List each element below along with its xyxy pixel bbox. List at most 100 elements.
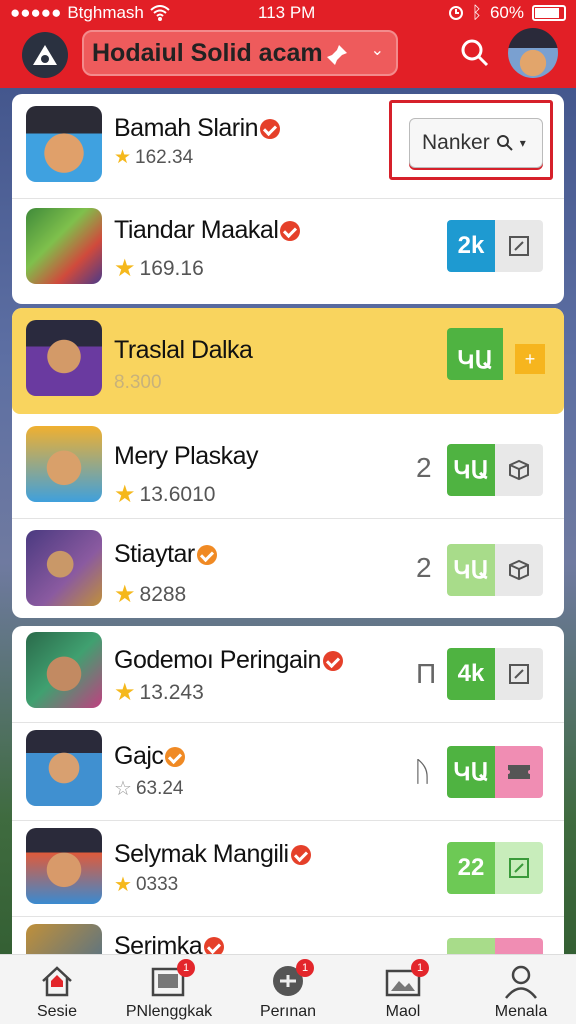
install-button[interactable]: 22 bbox=[447, 842, 495, 894]
edit-button[interactable] bbox=[495, 842, 543, 894]
search-input[interactable]: Hodaiul Solid acam ⌄ bbox=[82, 30, 398, 76]
install-button[interactable]: ԿԱ bbox=[447, 746, 495, 798]
install-button[interactable]: 2k bbox=[447, 220, 495, 272]
chevron-down-icon[interactable]: ⌄ bbox=[371, 40, 384, 60]
edit-button[interactable] bbox=[495, 648, 543, 700]
verified-icon bbox=[196, 545, 217, 566]
bottom-nav: Sesie 1 PNlenggkak 1 Perınan 1 Maol Mena… bbox=[0, 954, 576, 1024]
gamepad-icon: 1 bbox=[268, 959, 314, 999]
verified-icon bbox=[280, 221, 301, 242]
game-title: Godemoı Peringain bbox=[114, 646, 321, 674]
star-icon: ★ bbox=[114, 255, 136, 282]
box-button[interactable] bbox=[495, 444, 543, 496]
star-icon: ★ bbox=[114, 581, 136, 608]
rating: ★ 13.6010 bbox=[114, 481, 216, 508]
alarm-icon bbox=[448, 6, 463, 20]
count-label: ᚢ bbox=[414, 756, 431, 787]
action-group: ԿԱ bbox=[447, 746, 543, 798]
gallery-icon: 1 bbox=[149, 959, 195, 999]
game-row[interactable]: Godemoı Peringain ★ 13.243 Π 4k bbox=[12, 626, 564, 722]
verified-icon bbox=[165, 747, 186, 768]
game-row[interactable]: Stiaytar ★ 8288 2 ԿԱ bbox=[12, 518, 564, 618]
game-thumbnail bbox=[26, 828, 102, 904]
count-label: 2 bbox=[416, 452, 432, 483]
install-button[interactable]: ԿԱ bbox=[447, 328, 503, 380]
edit-icon bbox=[509, 236, 529, 256]
app-logo-icon[interactable] bbox=[22, 32, 68, 78]
filter-value: Nanker bbox=[422, 131, 490, 154]
star-outline-icon: ☆ bbox=[114, 778, 132, 800]
game-thumbnail bbox=[26, 530, 102, 606]
status-time: 113 PM bbox=[258, 3, 316, 22]
game-title: Selymak Mangili bbox=[114, 840, 289, 868]
game-thumbnail bbox=[26, 632, 102, 708]
nav-item-sesie[interactable]: Sesie bbox=[2, 963, 112, 1021]
nav-item-menala[interactable]: Menala bbox=[466, 963, 576, 1021]
ticket-icon bbox=[508, 765, 530, 779]
game-thumbnail bbox=[26, 320, 102, 396]
game-thumbnail bbox=[26, 208, 102, 284]
box-icon bbox=[509, 459, 529, 481]
notification-badge: 1 bbox=[296, 959, 314, 977]
wifi-icon bbox=[150, 5, 170, 21]
game-row[interactable]: Gajc ☆ 63.24 ᚢ ԿԱ bbox=[12, 722, 564, 820]
rating: ★ 13.243 bbox=[114, 679, 204, 706]
star-icon: ★ bbox=[114, 481, 136, 508]
game-title: Traslal Dalka bbox=[114, 336, 253, 364]
list-card-bottom: Godemoı Peringain ★ 13.243 Π 4k Gajc ☆ 63.… bbox=[12, 626, 564, 966]
search-icon[interactable] bbox=[460, 38, 490, 68]
nav-label: Perınan bbox=[259, 1003, 317, 1020]
rating: ☆ 63.24 bbox=[114, 777, 184, 801]
nav-item-perinan[interactable]: 1 Perınan bbox=[233, 959, 343, 1021]
nav-item-pnlenggkak[interactable]: 1 PNlenggkak bbox=[114, 959, 224, 1021]
featured-row[interactable]: Bamah Slarin ★ 162.34 Nanker ▾ bbox=[12, 94, 564, 196]
rating: ★ 169.16 bbox=[114, 255, 204, 282]
pin-icon[interactable] bbox=[324, 42, 350, 68]
game-row-highlighted[interactable]: Traslal Dalka 8.300 ԿԱ + bbox=[12, 308, 564, 414]
status-bar: ●●●●● Btghmash 113 PM ᛒ 60% bbox=[0, 0, 576, 26]
carrier-label: Btghmash bbox=[67, 3, 144, 22]
action-group: ԿԱ bbox=[447, 544, 543, 596]
add-button[interactable]: + bbox=[515, 344, 545, 374]
verified-icon bbox=[260, 119, 281, 140]
nav-label: Menala bbox=[494, 1003, 548, 1020]
action-group: 22 bbox=[447, 842, 543, 894]
rating: ★ 0333 bbox=[114, 873, 179, 897]
game-row[interactable]: Selymak Mangili ★ 0333 22 bbox=[12, 820, 564, 916]
action-group: ԿԱ bbox=[447, 444, 543, 496]
game-thumbnail bbox=[26, 730, 102, 806]
battery-percent: 60% bbox=[489, 3, 524, 22]
box-icon bbox=[509, 559, 529, 581]
game-title: Mery Plaskay bbox=[114, 442, 259, 470]
install-button[interactable]: ԿԱ bbox=[447, 444, 495, 496]
install-button[interactable]: ԿԱ bbox=[447, 544, 495, 596]
game-title: Stiaytar bbox=[114, 540, 195, 568]
ticket-button[interactable] bbox=[495, 746, 543, 798]
search-value: Hodaiul Solid acam bbox=[92, 38, 323, 67]
filter-dropdown[interactable]: Nanker ▾ bbox=[409, 118, 543, 168]
star-icon: ★ bbox=[114, 147, 132, 168]
edit-icon bbox=[509, 664, 529, 684]
count-label: 2 bbox=[416, 552, 432, 583]
game-title: Gajc bbox=[114, 742, 164, 770]
notification-badge: 1 bbox=[177, 959, 195, 977]
verified-icon bbox=[290, 845, 311, 866]
box-button[interactable] bbox=[495, 544, 543, 596]
game-row[interactable]: Tiandar Maakal ★ 169.16 2k bbox=[12, 198, 564, 304]
nav-item-maol[interactable]: 1 Maol bbox=[348, 959, 458, 1021]
list-card-middle: Traslal Dalka 8.300 ԿԱ + Mery Plaskay ★ 1… bbox=[12, 308, 564, 618]
chevron-down-icon: ▾ bbox=[519, 136, 526, 150]
edit-button[interactable] bbox=[495, 220, 543, 272]
notification-badge: 1 bbox=[411, 959, 429, 977]
game-title: Tiandar Maakal bbox=[114, 216, 279, 244]
edit-icon bbox=[509, 858, 529, 878]
avatar[interactable] bbox=[508, 28, 558, 78]
action-group: ԿԱ + bbox=[447, 328, 545, 380]
user-icon bbox=[501, 963, 541, 999]
signal-icon: ●●●●● bbox=[10, 3, 62, 22]
install-button[interactable]: 4k bbox=[447, 648, 495, 700]
action-group: 4k bbox=[447, 648, 543, 700]
list-card-top: Bamah Slarin ★ 162.34 Nanker ▾ Tiandar Ma… bbox=[12, 94, 564, 304]
game-row[interactable]: Mery Plaskay ★ 13.6010 2 ԿԱ bbox=[12, 414, 564, 518]
star-icon: ★ bbox=[114, 679, 136, 706]
